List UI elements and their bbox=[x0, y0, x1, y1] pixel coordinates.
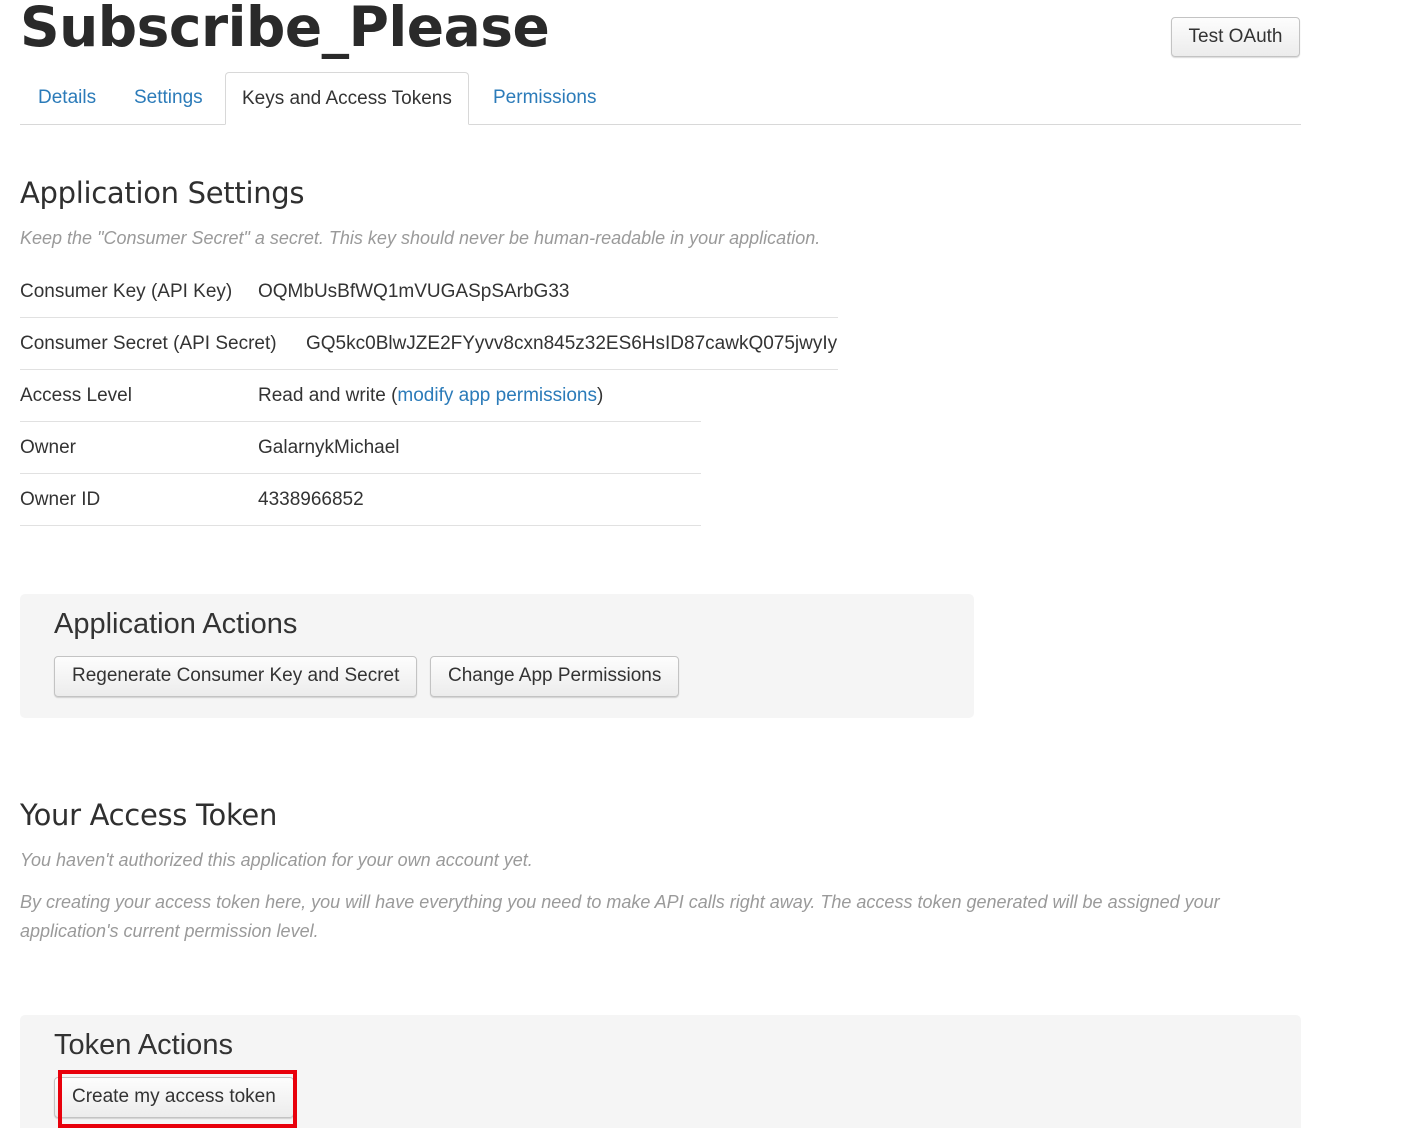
tab-details[interactable]: Details bbox=[38, 72, 96, 124]
not-authorized-note: You haven't authorized this application … bbox=[20, 850, 533, 870]
regenerate-consumer-key-button[interactable]: Regenerate Consumer Key and Secret bbox=[54, 656, 418, 697]
table-row: Access Level Read and write (modify app … bbox=[20, 370, 701, 422]
change-app-permissions-button[interactable]: Change App Permissions bbox=[430, 656, 680, 697]
access-level-value: Read and write (modify app permissions) bbox=[258, 370, 603, 421]
modify-app-permissions-link[interactable]: modify app permissions bbox=[397, 385, 597, 406]
consumer-key-label: Consumer Key (API Key) bbox=[20, 281, 233, 302]
tab-keys-and-access-tokens[interactable]: Keys and Access Tokens bbox=[225, 72, 469, 125]
application-actions-heading: Application Actions bbox=[54, 608, 298, 640]
tab-bar: Details Settings Keys and Access Tokens … bbox=[20, 72, 1301, 125]
highlight-annotation bbox=[58, 1070, 297, 1128]
tab-settings[interactable]: Settings bbox=[134, 72, 203, 124]
owner-value: GalarnykMichael bbox=[258, 437, 400, 458]
test-oauth-button[interactable]: Test OAuth bbox=[1171, 17, 1300, 57]
settings-table: Consumer Key (API Key) OQMbUsBfWQ1mVUGAS… bbox=[20, 266, 838, 526]
table-row: Owner ID 4338966852 bbox=[20, 474, 701, 526]
owner-id-value: 4338966852 bbox=[258, 489, 364, 510]
table-row: Owner GalarnykMichael bbox=[20, 422, 701, 474]
application-settings-heading: Application Settings bbox=[20, 176, 305, 210]
consumer-secret-label: Consumer Secret (API Secret) bbox=[20, 333, 277, 354]
application-actions-panel: Application Actions Regenerate Consumer … bbox=[20, 594, 974, 718]
access-level-text: Read and write ( bbox=[258, 385, 398, 406]
consumer-key-value: OQMbUsBfWQ1mVUGASpSArbG33 bbox=[258, 281, 570, 302]
owner-label: Owner bbox=[20, 437, 76, 458]
table-row: Consumer Key (API Key) OQMbUsBfWQ1mVUGAS… bbox=[20, 266, 838, 318]
page-title: Subscribe_Please bbox=[20, 0, 550, 59]
access-level-label: Access Level bbox=[20, 385, 132, 406]
access-level-suffix: ) bbox=[597, 385, 604, 406]
table-row: Consumer Secret (API Secret) GQ5kc0BlwJZ… bbox=[20, 318, 838, 370]
access-token-explanation: By creating your access token here, you … bbox=[20, 892, 1220, 941]
consumer-secret-value: GQ5kc0BlwJZE2FYyvv8cxn845z32ES6HsID87caw… bbox=[306, 333, 838, 354]
your-access-token-heading: Your Access Token bbox=[20, 798, 278, 832]
owner-id-label: Owner ID bbox=[20, 489, 101, 510]
tab-permissions[interactable]: Permissions bbox=[493, 72, 596, 124]
consumer-secret-note: Keep the "Consumer Secret" a secret. Thi… bbox=[20, 228, 821, 248]
token-actions-heading: Token Actions bbox=[54, 1029, 233, 1061]
